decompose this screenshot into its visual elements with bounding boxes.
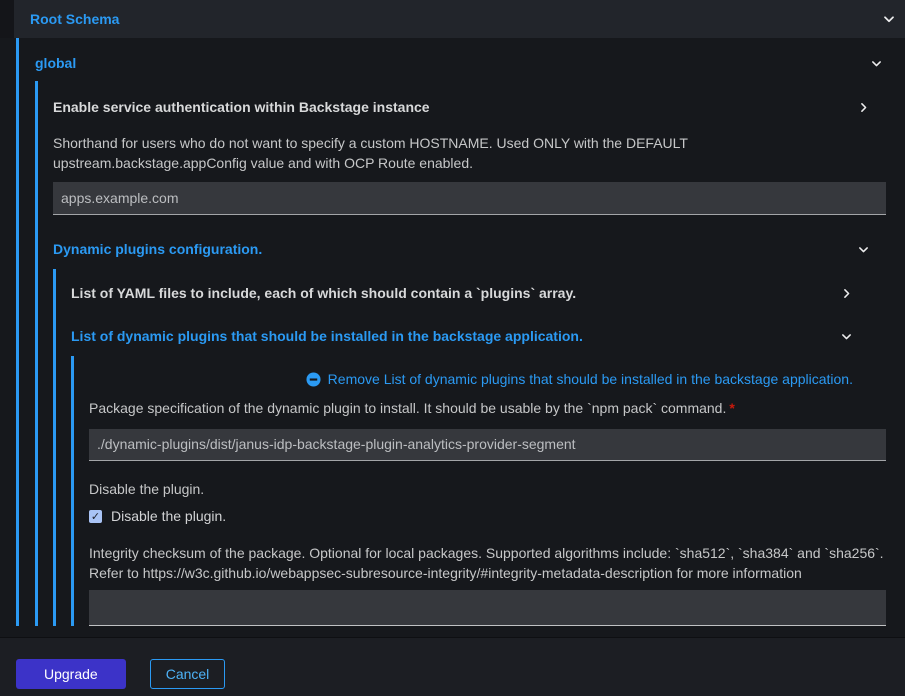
- cancel-button[interactable]: Cancel: [150, 659, 226, 689]
- chevron-down-icon: [871, 58, 882, 69]
- minus-circle-icon: [306, 372, 321, 387]
- dynamic-plugins-title: Dynamic plugins configuration.: [53, 241, 262, 257]
- disable-plugin-checkbox-row[interactable]: ✓ Disable the plugin.: [89, 508, 886, 524]
- hostname-help-text: Shorthand for users who do not want to s…: [53, 134, 865, 173]
- required-asterisk: *: [729, 400, 734, 416]
- service-auth-title: Enable service authentication within Bac…: [53, 99, 430, 115]
- disable-plugin-checkbox[interactable]: ✓: [89, 510, 102, 523]
- package-spec-label-row: Package specification of the dynamic plu…: [89, 399, 886, 419]
- section-global[interactable]: global: [35, 55, 886, 71]
- chevron-down-icon: [883, 13, 895, 25]
- plugins-list-title: List of dynamic plugins that should be i…: [71, 328, 583, 344]
- remove-plugin-label: Remove List of dynamic plugins that shou…: [328, 371, 853, 387]
- section-dynamic-plugins[interactable]: Dynamic plugins configuration.: [53, 241, 886, 257]
- section-plugins-list[interactable]: List of dynamic plugins that should be i…: [71, 328, 886, 344]
- upgrade-button[interactable]: Upgrade: [16, 659, 126, 689]
- integrity-label: Integrity checksum of the package. Optio…: [89, 544, 886, 583]
- global-section-title: global: [35, 55, 76, 71]
- root-schema-header[interactable]: Root Schema: [14, 0, 905, 38]
- package-spec-label: Package specification of the dynamic plu…: [89, 400, 726, 416]
- yaml-includes-title: List of YAML files to include, each of w…: [71, 285, 576, 301]
- integrity-input[interactable]: [89, 590, 886, 626]
- global-section-body: Enable service authentication within Bac…: [35, 81, 886, 626]
- package-spec-input[interactable]: [89, 429, 886, 461]
- row-yaml-includes[interactable]: List of YAML files to include, each of w…: [71, 285, 886, 301]
- plugins-list-body: Remove List of dynamic plugins that shou…: [71, 356, 886, 626]
- chevron-down-icon: [858, 244, 869, 255]
- chevron-down-icon: [841, 331, 852, 342]
- form-footer: Upgrade Cancel: [0, 637, 905, 696]
- chevron-right-icon: [858, 102, 869, 113]
- dynamic-plugins-body: List of YAML files to include, each of w…: [53, 269, 886, 626]
- form-content: global Enable service authentication wit…: [0, 38, 905, 637]
- disable-plugin-checkbox-label: Disable the plugin.: [111, 508, 226, 524]
- root-schema-body: global Enable service authentication wit…: [16, 38, 886, 626]
- row-service-auth[interactable]: Enable service authentication within Bac…: [53, 99, 886, 115]
- chevron-right-icon: [841, 288, 852, 299]
- disable-plugin-label: Disable the plugin.: [89, 480, 886, 500]
- remove-plugin-row: Remove List of dynamic plugins that shou…: [89, 371, 886, 387]
- hostname-input[interactable]: [53, 182, 886, 215]
- remove-plugin-link[interactable]: Remove List of dynamic plugins that shou…: [306, 371, 853, 387]
- schema-form-editor: Root Schema global Enable service authen…: [0, 0, 905, 696]
- root-schema-title: Root Schema: [30, 11, 119, 27]
